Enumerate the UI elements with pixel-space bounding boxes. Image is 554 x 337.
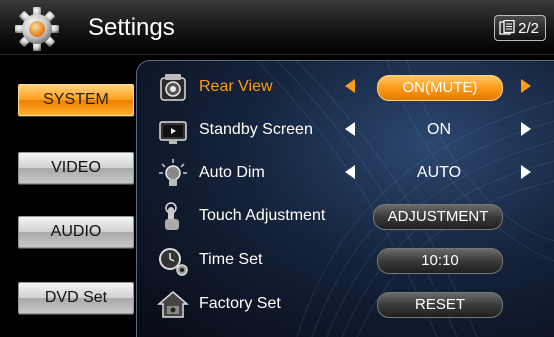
rear-view-prev-arrow[interactable]: [345, 79, 355, 93]
auto-dim-label: Auto Dim: [199, 164, 265, 181]
settings-gear-icon: [15, 7, 59, 51]
setting-row-rear-view[interactable]: Rear View ON(MUTE): [137, 68, 554, 108]
standby-screen-next-arrow[interactable]: [521, 122, 531, 136]
standby-screen-label: Standby Screen: [199, 121, 313, 138]
touch-adjustment-button[interactable]: ADJUSTMENT: [373, 204, 503, 230]
page-indicator-text: 2/2: [518, 19, 539, 37]
menu-system-button[interactable]: SYSTEM: [18, 84, 134, 116]
standby-screen-icon: [159, 121, 187, 144]
title-bar: Settings 2/2: [0, 0, 554, 55]
setting-row-factory-set[interactable]: Factory Set RESET: [137, 285, 554, 325]
auto-dim-next-arrow[interactable]: [521, 165, 531, 179]
setting-row-touch-adjustment[interactable]: Touch Adjustment ADJUSTMENT: [137, 197, 554, 237]
standby-screen-value: ON: [427, 121, 451, 138]
auto-dim-value: AUTO: [416, 164, 462, 181]
standby-screen-prev-arrow[interactable]: [345, 122, 355, 136]
page-title: Settings: [88, 14, 175, 41]
touch-adjustment-label: Touch Adjustment: [199, 207, 326, 224]
pages-icon: [499, 20, 515, 35]
touch-icon: [165, 202, 179, 230]
clock-gear-icon: [159, 248, 188, 276]
time-set-button[interactable]: 10:10: [377, 248, 503, 274]
bulb-icon: [159, 159, 187, 186]
setting-row-time-set[interactable]: Time Set 10:10: [137, 241, 554, 281]
menu-dvd-set-button[interactable]: DVD Set: [18, 282, 134, 314]
rear-view-label: Rear View: [199, 78, 273, 95]
factory-set-label: Factory Set: [199, 295, 281, 312]
setting-row-auto-dim[interactable]: Auto Dim AUTO: [137, 154, 554, 194]
rear-view-next-arrow[interactable]: [521, 79, 531, 93]
factory-home-icon: [157, 291, 189, 318]
page-indicator[interactable]: 2/2: [494, 15, 546, 41]
settings-panel: Rear View ON(MUTE) Standby Screen ON Aut…: [136, 60, 554, 337]
auto-dim-prev-arrow[interactable]: [345, 165, 355, 179]
rear-view-value[interactable]: ON(MUTE): [377, 75, 503, 101]
rear-camera-icon: [160, 74, 186, 101]
time-set-label: Time Set: [199, 251, 263, 268]
setting-row-standby-screen[interactable]: Standby Screen ON: [137, 111, 554, 151]
menu-video-button[interactable]: VIDEO: [18, 152, 134, 184]
factory-reset-button[interactable]: RESET: [377, 292, 503, 318]
menu-audio-button[interactable]: AUDIO: [18, 216, 134, 248]
